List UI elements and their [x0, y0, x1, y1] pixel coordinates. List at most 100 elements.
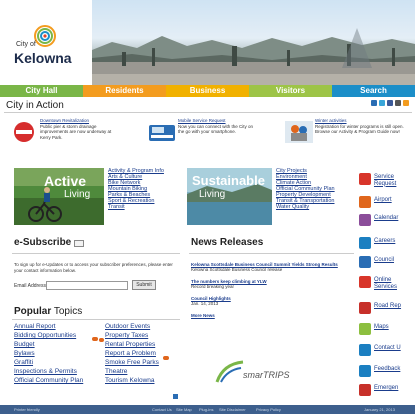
active-living-links: Activity & Program Info Arts & Culture B… [108, 168, 164, 210]
careers-icon [359, 237, 371, 249]
active-living-sub: Living [64, 189, 91, 200]
nav-city-hall[interactable]: City Hall [0, 85, 83, 97]
quick-contact-us[interactable]: Contact U [357, 341, 415, 361]
submit-button[interactable]: Submit [132, 280, 156, 290]
footer-site-disclaimer[interactable]: Site Disclaimer [219, 405, 246, 414]
news-item[interactable]: Council Highlights Jan. 14, 2013 [191, 296, 356, 306]
online-services-icon [359, 276, 371, 288]
link-transit[interactable]: Transit [108, 204, 164, 210]
feedback-icon [359, 365, 371, 377]
logo-prefix: City of [16, 41, 36, 48]
sustainable-living-word: Sustainable [192, 173, 265, 188]
quick-council[interactable]: Council [357, 253, 415, 273]
external-link-icon [173, 394, 178, 399]
quick-online-services[interactable]: Online Services [357, 273, 415, 293]
rss-icon[interactable] [403, 100, 409, 106]
email-icon[interactable] [371, 100, 377, 106]
road-icon [359, 302, 371, 314]
twitter-icon[interactable] [379, 100, 385, 106]
topic-theatre[interactable]: Theatre [105, 367, 159, 376]
cia-text-winter: Registration for winter programs is stil… [315, 123, 404, 135]
topic-rental-properties[interactable]: Rental Properties [105, 340, 159, 349]
smarttrips-banner[interactable]: smarTRIPS [215, 360, 305, 384]
topic-outdoor-events[interactable]: Outdoor Events [105, 322, 159, 331]
news-item[interactable]: Kelowna Scottsdale Business Council Summ… [191, 262, 356, 272]
city-in-action-row: Downtown Revitalization Public pier & st… [10, 118, 410, 158]
footer-plugins[interactable]: Plug-ins [199, 405, 213, 414]
header-banner-image [92, 28, 415, 85]
quick-careers[interactable]: Careers [357, 234, 415, 254]
smarttrips-logo-icon [215, 360, 244, 383]
nav-business[interactable]: Business [166, 85, 249, 97]
news-heading: News Releases [191, 237, 264, 248]
quick-road-reports[interactable]: Road Rep [357, 299, 415, 319]
hot-topic-icon [92, 337, 98, 341]
divider [4, 112, 412, 113]
print-icon[interactable] [395, 100, 401, 106]
topic-report-a-problem[interactable]: Report a Problem [105, 349, 159, 358]
footer-contact-us[interactable]: Contact Us [152, 405, 172, 414]
winter-activities-icon [285, 121, 313, 143]
quick-calendar[interactable]: Calendar [357, 211, 415, 231]
popular-topics-heading: Popular Topics [14, 306, 82, 317]
hot-topic-icon [163, 356, 169, 360]
calendar-icon [359, 214, 371, 226]
cia-item-downtown[interactable]: Downtown Revitalization Public pier & st… [10, 118, 135, 158]
contact-icon [359, 344, 371, 356]
news-item[interactable]: The numbers keep climbing at YLW Record … [191, 279, 356, 289]
nav-visitors[interactable]: Visitors [249, 85, 332, 97]
topic-budget[interactable]: Budget [14, 340, 83, 349]
cia-item-mobile[interactable]: Mobile Service Request Now you can conne… [148, 118, 273, 158]
email-field[interactable] [46, 281, 128, 290]
footer-date: January 21, 2013 [364, 407, 395, 412]
smarttrips-label: smarTRIPS [243, 370, 290, 380]
footer-site-map[interactable]: Site Map [176, 405, 192, 414]
topic-property-taxes[interactable]: Property Taxes [105, 331, 159, 340]
site-header: City of Kelowna [0, 0, 415, 85]
quick-service-request[interactable]: Service Request [357, 170, 415, 190]
council-icon [359, 256, 371, 268]
airplane-icon [359, 196, 371, 208]
active-living-word: Active [44, 173, 87, 189]
downtown-revitalization-icon [14, 122, 34, 142]
nav-search[interactable]: Search [332, 85, 415, 97]
printer-friendly-link[interactable]: Printer friendly [14, 405, 40, 414]
more-news-link[interactable]: More News [191, 313, 356, 318]
quick-maps[interactable]: Maps [357, 320, 415, 340]
esubscribe-heading: e-Subscribe [14, 237, 72, 248]
popular-col-2: Outdoor Events Property Taxes Rental Pro… [105, 322, 159, 385]
active-living-banner[interactable]: Active Living [14, 168, 104, 225]
divider [189, 253, 354, 254]
service-request-icon [359, 173, 371, 185]
hot-topic-icon [99, 338, 104, 342]
cia-item-winter[interactable]: Winter activities Registration for winte… [285, 118, 415, 158]
topic-annual-report[interactable]: Annual Report [14, 322, 83, 331]
nav-residents[interactable]: Residents [83, 85, 166, 97]
quick-airport[interactable]: Airport [357, 193, 415, 213]
page-tools [371, 100, 409, 106]
sustainable-living-banner[interactable]: Sustainable Living [187, 168, 272, 225]
topic-bylaws[interactable]: Bylaws [14, 349, 83, 358]
popular-heading-strong: Popular [14, 306, 52, 317]
topic-inspections-permits[interactable]: Inspections & Permits [14, 367, 83, 376]
topic-graffiti[interactable]: Graffiti [14, 358, 83, 367]
popular-heading-light: Topics [53, 306, 83, 317]
sustainable-living-links: City Projects Environment Climate Action… [276, 168, 335, 210]
divider [12, 253, 180, 254]
envelope-icon [74, 240, 84, 247]
cia-text-mobile: Now you can connect with the City on the… [178, 123, 254, 135]
footer: Printer friendly Contact Us Site Map Plu… [0, 405, 415, 414]
logo-name: Kelowna [14, 50, 72, 66]
cia-text-downtown: Public pier & storm drainage improvement… [40, 123, 112, 140]
topic-official-community-plan[interactable]: Official Community Plan [14, 376, 83, 385]
footer-privacy-policy[interactable]: Privacy Policy [256, 405, 281, 414]
topic-bidding-opportunities[interactable]: Bidding Opportunities [14, 331, 83, 340]
link-water-quality[interactable]: Water Quality [276, 204, 335, 210]
quick-emergency[interactable]: Emergen [357, 381, 415, 401]
main-nav: City Hall Residents Business Visitors Se… [0, 85, 415, 97]
topic-smoke-free-parks[interactable]: Smoke Free Parks [105, 358, 159, 367]
facebook-icon[interactable] [387, 100, 393, 106]
logo-area[interactable]: City of Kelowna [0, 0, 92, 85]
topic-tourism-kelowna[interactable]: Tourism Kelowna [105, 376, 159, 385]
quick-feedback[interactable]: Feedback [357, 362, 415, 382]
